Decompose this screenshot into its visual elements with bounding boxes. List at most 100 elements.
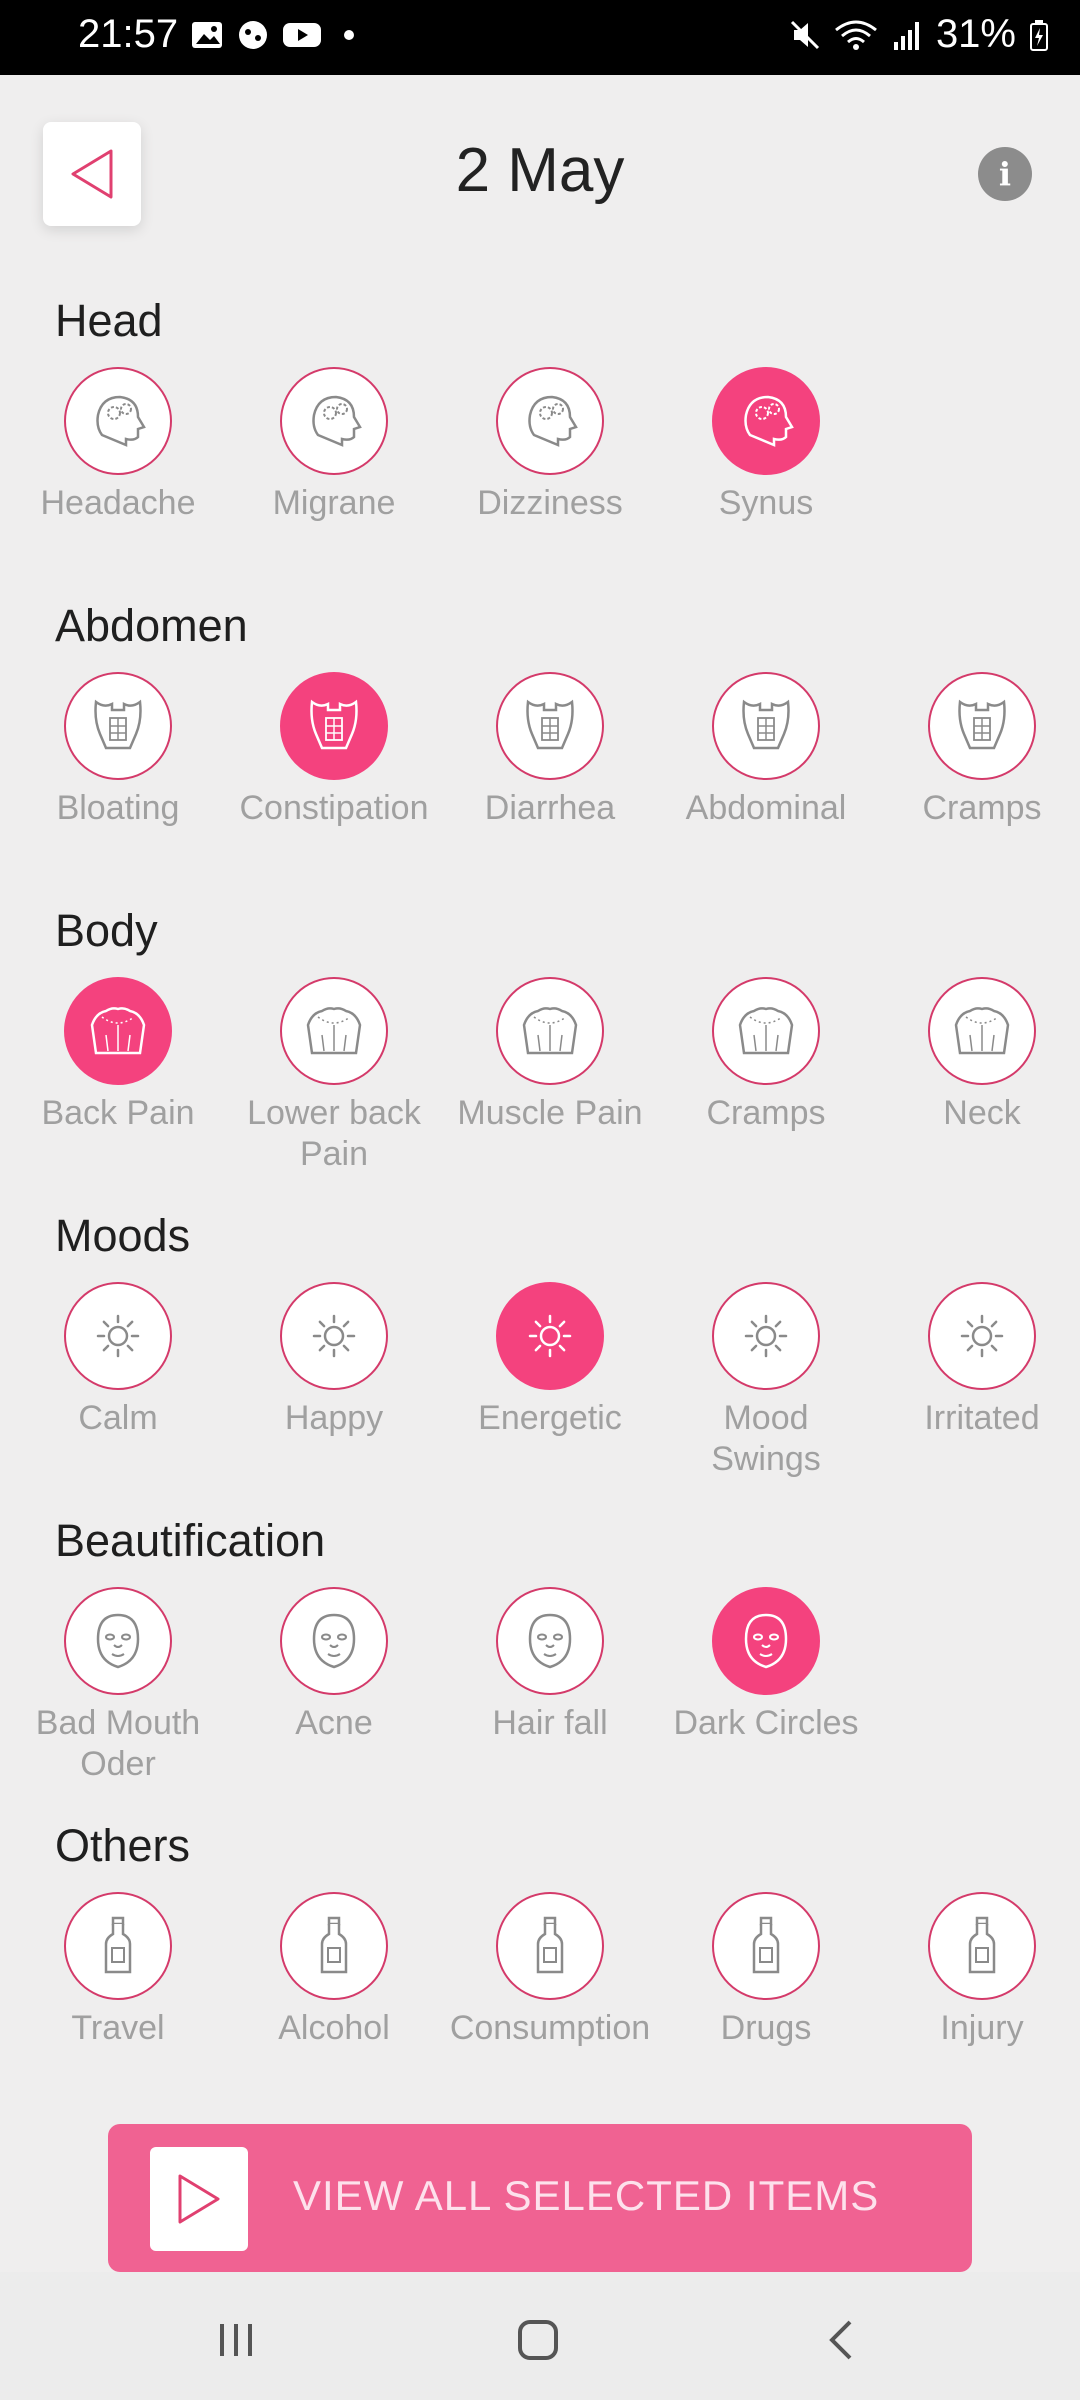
info-button[interactable]: i (978, 147, 1032, 201)
face-icon (712, 1587, 820, 1695)
sun-icon (64, 1282, 172, 1390)
symptom-item-diarrhea[interactable]: Diarrhea (442, 672, 658, 829)
symptom-item-acne[interactable]: Acne (226, 1587, 442, 1744)
symptom-item-lower-back-pain[interactable]: Lower back Pain (226, 977, 442, 1175)
symptom-label: Alcohol (278, 2009, 390, 2047)
symptom-label: Mood Swings (711, 1399, 821, 1478)
symptom-label: Bloating (56, 789, 180, 827)
signal-icon (893, 21, 919, 50)
symptom-item-happy[interactable]: Happy (226, 1282, 442, 1439)
section-title-body: Body (55, 905, 158, 956)
section-title-abdomen: Abdomen (55, 600, 248, 651)
symptom-label: Back Pain (41, 1094, 195, 1132)
symptom-label: Lower back Pain (247, 1094, 421, 1173)
face-icon (280, 1587, 388, 1695)
symptom-item-cramps[interactable]: Cramps (874, 672, 1080, 829)
section-items-moods: Calm Happy Energetic Mood Swings Irritated (0, 1282, 1080, 1492)
sun-icon (496, 1282, 604, 1390)
back-icon (64, 977, 172, 1085)
bottle-icon (64, 1892, 172, 2000)
symptom-item-consumption[interactable]: Consumption (442, 1892, 658, 2049)
symptom-item-cramps[interactable]: Cramps (658, 977, 874, 1134)
symptom-label: Muscle Pain (457, 1094, 643, 1132)
symptom-item-bad-mouth-oder[interactable]: Bad Mouth Oder (10, 1587, 226, 1785)
symptom-item-drugs[interactable]: Drugs (658, 1892, 874, 2049)
back-icon (928, 977, 1036, 1085)
view-all-selected-button[interactable]: VIEW ALL SELECTED ITEMS (108, 2124, 972, 2272)
symptom-label: Constipation (239, 789, 429, 827)
youtube-icon (283, 23, 321, 47)
symptom-item-constipation[interactable]: Constipation (226, 672, 442, 829)
symptom-item-dizziness[interactable]: Dizziness (442, 367, 658, 524)
section-items-body: Back Pain Lower back Pain Muscle Pain Cramp… (0, 977, 1080, 1187)
head-gears-icon (496, 367, 604, 475)
symptom-label: Energetic (478, 1399, 622, 1437)
section-items-head: Headache Migrane Dizziness Synus (0, 367, 1080, 577)
status-bar: 21:57 31% (0, 0, 1080, 75)
abdomen-icon (64, 672, 172, 780)
section-title-others: Others (55, 1820, 191, 1871)
abdomen-icon (496, 672, 604, 780)
symptom-item-abdominal[interactable]: Abdominal (658, 672, 874, 829)
symptom-label: Injury (940, 2009, 1024, 2047)
section-items-abdomen: Bloating Constipation Diarrhea Abdominal Cra… (0, 672, 1080, 882)
symptom-label: Travel (71, 2009, 165, 2047)
symptom-item-headache[interactable]: Headache (10, 367, 226, 524)
sun-icon (928, 1282, 1036, 1390)
symptom-label: Headache (40, 484, 196, 522)
section-title-head: Head (55, 295, 163, 346)
system-back-button[interactable] (812, 2310, 872, 2370)
symptom-label: Cramps (706, 1094, 826, 1132)
symptom-item-alcohol[interactable]: Alcohol (226, 1892, 442, 2049)
sun-icon (280, 1282, 388, 1390)
face-icon (496, 1587, 604, 1695)
navigation-bar (0, 2272, 1080, 2400)
status-system-icons: 31% (788, 12, 1050, 57)
wifi-icon (835, 20, 877, 50)
symptom-label: Acne (295, 1704, 373, 1742)
symptom-label: Hair fall (492, 1704, 608, 1742)
status-notification-icons (190, 18, 354, 52)
game-icon (239, 21, 267, 49)
abdomen-icon (280, 672, 388, 780)
symptom-item-neck[interactable]: Neck (874, 977, 1080, 1134)
face-icon (64, 1587, 172, 1695)
symptom-item-back-pain[interactable]: Back Pain (10, 977, 226, 1134)
symptom-item-energetic[interactable]: Energetic (442, 1282, 658, 1439)
symptom-item-calm[interactable]: Calm (10, 1282, 226, 1439)
bottle-icon (280, 1892, 388, 2000)
sun-icon (712, 1282, 820, 1390)
symptom-item-travel[interactable]: Travel (10, 1892, 226, 2049)
more-notifications-dot (344, 30, 354, 40)
symptom-label: Migrane (272, 484, 396, 522)
chevron-left-icon (829, 2320, 852, 2360)
symptom-item-muscle-pain[interactable]: Muscle Pain (442, 977, 658, 1134)
section-items-beautification: Bad Mouth Oder Acne Hair fall Dark Circles (0, 1587, 1080, 1797)
symptom-item-injury[interactable]: Injury (874, 1892, 1080, 2049)
symptom-item-irritated[interactable]: Irritated (874, 1282, 1080, 1439)
symptom-label: Irritated (924, 1399, 1040, 1437)
bottle-icon (496, 1892, 604, 2000)
symptom-item-migrane[interactable]: Migrane (226, 367, 442, 524)
battery-charging-icon (1030, 19, 1048, 51)
symptom-item-bloating[interactable]: Bloating (10, 672, 226, 829)
symptom-item-dark-circles[interactable]: Dark Circles (658, 1587, 874, 1744)
recent-apps-button[interactable] (206, 2310, 266, 2370)
back-icon (496, 977, 604, 1085)
home-button[interactable] (508, 2310, 568, 2370)
recent-apps-icon (220, 2324, 252, 2356)
play-icon (150, 2147, 248, 2251)
section-title-moods: Moods (55, 1210, 191, 1261)
symptom-label: Neck (943, 1094, 1021, 1132)
view-all-selected-label: VIEW ALL SELECTED ITEMS (293, 2172, 880, 2219)
section-items-others: Travel Alcohol Consumption Drugs Injury (0, 1892, 1080, 2102)
symptom-label: Dark Circles (673, 1704, 859, 1742)
bottle-icon (928, 1892, 1036, 2000)
abdomen-icon (712, 672, 820, 780)
battery-percent: 31% (935, 12, 1016, 56)
bottle-icon (712, 1892, 820, 2000)
symptom-item-mood-swings[interactable]: Mood Swings (658, 1282, 874, 1480)
symptom-item-hair-fall[interactable]: Hair fall (442, 1587, 658, 1744)
head-gears-icon (712, 367, 820, 475)
symptom-item-synus[interactable]: Synus (658, 367, 874, 524)
